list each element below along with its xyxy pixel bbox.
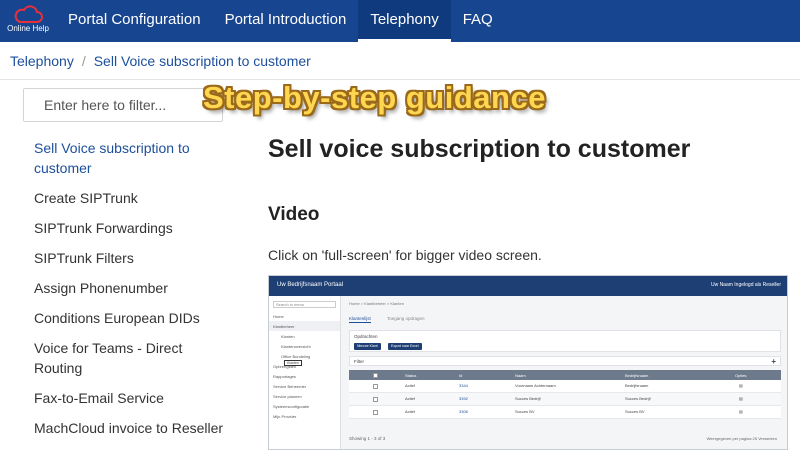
video-filter-label: Filter [354, 359, 364, 364]
video-new-customer-button: Nieuwe Klant [354, 343, 381, 350]
video-menu-item: Mijn Provider [273, 414, 297, 419]
video-table: Status Id Naam Bedrijfsnaam Opties Actie… [349, 370, 781, 419]
video-table-footer-paging: Weergegeven per pagina 25 Verwerken [706, 436, 777, 441]
video-export-button: Export naar Excel [388, 343, 422, 350]
nav-links: Portal Configuration Portal Introduction… [56, 0, 505, 42]
video-menu-item: Opbrengsten [273, 364, 297, 369]
nav-faq[interactable]: FAQ [451, 0, 505, 42]
video-col-header: Opties [735, 373, 747, 378]
video-table-header: Status Id Naam Bedrijfsnaam Opties [349, 370, 781, 380]
breadcrumb-separator: / [81, 52, 86, 69]
sidebar-item-conditions-european-dids[interactable]: Conditions European DIDs [34, 308, 224, 328]
video-opdrachten-card: Opdrachten Nieuwe Klant Export naar Exce… [349, 330, 781, 352]
logo-text: Online Help [7, 24, 49, 33]
video-cell-status: Actief [405, 396, 416, 401]
sidebar-item-machcloud-invoice[interactable]: MachCloud invoice to Reseller [34, 418, 224, 438]
sidebar-item-siptrunk-forwardings[interactable]: SIPTrunk Forwardings [34, 218, 224, 238]
video-cell-status: Actief [405, 409, 416, 414]
section-title-video: Video [268, 204, 320, 225]
video-card-title: Opdrachten [354, 334, 378, 339]
video-filter-bar: Filter + [349, 356, 781, 366]
nav-portal-introduction[interactable]: Portal Introduction [213, 0, 359, 42]
video-cell-name: Succes BV [515, 409, 535, 414]
online-help-logo[interactable]: Online Help [2, 3, 54, 39]
video-app-header: Uw Bedrijfsnaam Portaal Uw Naam Ingelogd… [269, 276, 787, 296]
video-description: Click on 'full-screen' for bigger video … [268, 247, 542, 263]
video-col-header: Status [405, 373, 417, 378]
video-tab-toegang: Toegang opdragen [387, 316, 425, 321]
video-menu-item: Rapportages [273, 374, 296, 379]
sidebar-item-create-siptrunk[interactable]: Create SIPTrunk [34, 188, 224, 208]
cloud-icon [14, 5, 43, 23]
video-col-header: Naam [515, 373, 526, 378]
nav-telephony[interactable]: Telephony [358, 0, 451, 42]
video-col-header: Id [459, 373, 463, 378]
video-menu-item: Systeemconfiguratie [273, 404, 310, 409]
video-cell-company: Succes Bedrijf [625, 396, 651, 401]
video-cell-name: Succes Bedrijf [515, 396, 541, 401]
video-cell-id: 3344 [459, 383, 468, 388]
breadcrumb: Telephony / Sell Voice subscription to c… [0, 42, 800, 80]
video-menu-item: Klantbeheer [269, 321, 340, 331]
video-menu-item: Home [273, 314, 284, 319]
video-menu-item: Klanten [281, 334, 295, 339]
video-app-main: Home > Klantbeheer > Klanten Klantenlijs… [345, 296, 785, 449]
top-navigation: Online Help Portal Configuration Portal … [0, 0, 800, 42]
video-cell-status: Actief [405, 383, 416, 388]
video-table-row: Actief 3392 Succes Bedrijf Succes Bedrij… [349, 393, 781, 406]
video-table-row: Actief 3344 Voornaam Achternaam Bedrijfs… [349, 380, 781, 393]
checkbox-icon [373, 397, 378, 402]
checkbox-icon [373, 373, 378, 378]
video-tooltip: Klanten [284, 360, 302, 366]
video-cell-id: 3392 [459, 396, 468, 401]
sidebar-item-fax-to-email[interactable]: Fax-to-Email Service [34, 388, 224, 408]
video-app-sidebar: Search in menu Home Klantbeheer Klanten … [269, 296, 341, 449]
video-filter-plus-icon: + [771, 357, 776, 366]
video-table-footer-count: Showing 1 - 3 of 3 [349, 436, 386, 441]
video-col-header: Bedrijfsnaam [625, 373, 649, 378]
video-menu-item: Klantenoverzicht [281, 344, 311, 349]
video-tab-klantenlijst: Klantenlijst [349, 316, 371, 323]
breadcrumb-current-link[interactable]: Sell Voice subscription to customer [94, 53, 311, 69]
sidebar-item-sell-voice-subscription[interactable]: Sell Voice subscription to customer [34, 138, 224, 178]
page-title: Sell voice subscription to customer [268, 135, 691, 163]
video-breadcrumb: Home > Klantbeheer > Klanten [349, 301, 404, 306]
video-player[interactable]: Uw Bedrijfsnaam Portaal Uw Naam Ingelogd… [268, 275, 788, 450]
video-menu-item: Office Bundeling [281, 354, 311, 359]
breadcrumb-telephony-link[interactable]: Telephony [10, 53, 74, 69]
sidebar-item-voice-for-teams[interactable]: Voice for Teams - Direct Routing [34, 338, 224, 378]
video-cell-name: Voornaam Achternaam [515, 383, 556, 388]
nav-portal-configuration[interactable]: Portal Configuration [56, 0, 213, 42]
options-icon: ▤ [739, 396, 743, 401]
options-icon: ▤ [739, 409, 743, 414]
sidebar-item-assign-phonenumber[interactable]: Assign Phonenumber [34, 278, 224, 298]
checkbox-icon [373, 384, 378, 389]
video-app-title: Uw Bedrijfsnaam Portaal [277, 282, 344, 288]
video-user-info: Uw Naam Ingelogd als Reseller [710, 282, 781, 288]
video-menu-search: Search in menu [273, 301, 336, 308]
video-menu-item: Service plannen [273, 394, 302, 399]
sidebar-item-siptrunk-filters[interactable]: SIPTrunk Filters [34, 248, 224, 268]
video-table-row: Actief 3306 Succes BV Succes BV ▤ [349, 406, 781, 419]
video-menu-item: Service Beheerder [273, 384, 307, 389]
video-cell-id: 3306 [459, 409, 468, 414]
step-by-step-guidance-overlay: Step-by-step guidance [203, 80, 546, 115]
video-cell-company: Succes BV [625, 409, 645, 414]
sidebar: Sell Voice subscription to customer Crea… [34, 138, 224, 448]
options-icon: ▤ [739, 383, 743, 388]
checkbox-icon [373, 410, 378, 415]
sidebar-filter-input[interactable] [23, 88, 223, 122]
video-cell-company: Bedrijfsnaam [625, 383, 649, 388]
